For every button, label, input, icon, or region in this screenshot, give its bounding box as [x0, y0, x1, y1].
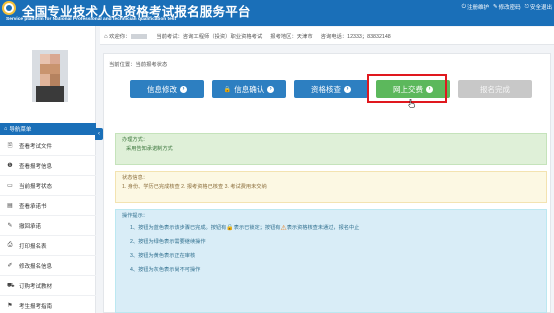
nav-menu: 🗎 查看考试文件 ❶ 查看报考信息 ▭ 当前报考状态 ▤ 查看承诺书 ✎ 撤回承… — [0, 136, 96, 313]
register-maintain-label: 注册维护 — [466, 5, 489, 11]
pencil-icon: ✎ — [7, 223, 13, 229]
logout-link[interactable]: ⎋ 安全退出 — [524, 3, 552, 12]
print-icon: ⎙ — [7, 242, 13, 248]
change-password-label: 修改密码 — [498, 5, 521, 11]
monitor-icon: ▭ — [7, 183, 13, 189]
sidebar-item-label: 打印报名表 — [19, 243, 47, 250]
sidebar-item-edit-info[interactable]: ✐ 修改报名信息 — [0, 256, 96, 276]
tip-row: 1、按钮为蓝色表示该步骤已完成。按钮有 🔒 表示已锁定；按钮有 ⚠ 表示资格核查… — [130, 224, 360, 232]
edit-icon: ✎ — [493, 4, 498, 10]
sidebar-item-books[interactable]: ⛟ 订购考试教材 — [0, 276, 96, 296]
home-icon: ⌂ — [104, 33, 108, 40]
tip-row: 3、按钮为黄色表示正在审核 — [130, 252, 196, 259]
apply-area: 报考地区：天津市 — [270, 33, 313, 40]
highlight-box — [367, 74, 447, 103]
hand-cursor-icon — [408, 99, 415, 108]
sidebar-item-label: 订购考试教材 — [19, 283, 53, 290]
power-icon: ⏻ — [461, 3, 466, 10]
hotline: 咨询电话：12333；83832148 — [320, 33, 391, 40]
chevron-left-icon: ‹ — [98, 131, 100, 137]
step-label: 资格核查 — [311, 84, 341, 94]
sidebar-item-label: 查看考试文件 — [19, 143, 53, 150]
method-alert: 办理方式： 采用告知承诺制方式 — [115, 133, 547, 165]
status-alert: 状态信息： 1. 身份、学历已完成核查 2. 报考资格已核查 3. 考试费用未交… — [115, 171, 547, 203]
register-maintain-link[interactable]: ⏻ 注册维护 — [461, 3, 489, 12]
method-text: 采用告知承诺制方式 — [126, 145, 173, 152]
info-icon: ❶ — [7, 163, 13, 169]
sidebar-item-label: 查看报考信息 — [19, 163, 53, 170]
book-icon: ▤ — [7, 203, 13, 209]
status-title: 状态信息： — [122, 175, 148, 181]
tip-row: 4、按钮为灰色表示尚不可操作 — [130, 266, 201, 273]
welcome-text: ⌂ 欢迎你： — [104, 32, 148, 40]
tip-row: 2、按钮为绿色表示需要继续操作 — [130, 238, 206, 245]
nav-menu-label: 导航菜单 — [9, 127, 32, 133]
arrow-right-icon: › — [267, 85, 275, 93]
masked-username — [131, 33, 148, 39]
top-header: 全国专业技术人员资格考试报名服务平台 Service platform for … — [0, 0, 554, 26]
sidebar-item-commitment[interactable]: ▤ 查看承诺书 — [0, 196, 96, 216]
step-info-edit-button[interactable]: 信息修改 › — [130, 80, 204, 98]
sidebar-collapse-button[interactable]: ‹ — [95, 128, 103, 140]
platform-logo — [2, 1, 16, 15]
sidebar-item-guide[interactable]: ⚑ 考生报考指南 — [0, 296, 96, 313]
platform-subtitle: Service platform for National Profession… — [6, 17, 177, 22]
sidebar-item-withdraw[interactable]: ✎ 撤回承诺 — [0, 216, 96, 236]
sidebar-item-exam-files[interactable]: 🗎 查看考试文件 — [0, 136, 96, 156]
flag-icon: ⚑ — [7, 303, 13, 309]
sidebar-item-apply-info[interactable]: ❶ 查看报考信息 — [0, 156, 96, 176]
step-label: 报名完成 — [480, 84, 510, 94]
current-exam: 当前考试：咨询工程师（投资）职业资格考试 — [156, 33, 263, 40]
breadcrumb: 当前位置：当前报考状态 — [109, 62, 168, 68]
sidebar-item-label: 当前报考状态 — [19, 183, 53, 190]
step-complete-button: 报名完成 — [458, 80, 532, 98]
step-info-confirm-button[interactable]: 🔒 信息确认 › — [212, 80, 286, 98]
sidebar-item-label: 查看承诺书 — [19, 203, 47, 210]
tips-title: 操作提示： — [122, 213, 148, 219]
tips-alert: 操作提示： 1、按钮为蓝色表示该步骤已完成。按钮有 🔒 表示已锁定；按钮有 ⚠ … — [115, 209, 547, 313]
change-password-link[interactable]: ✎ 修改密码 — [493, 3, 521, 11]
avatar — [32, 50, 68, 102]
lock-icon: 🔒 — [223, 86, 232, 93]
sidebar-item-label: 考生报考指南 — [19, 303, 53, 310]
lock-icon: 🔒 — [226, 224, 234, 231]
sidebar-item-print[interactable]: ⎙ 打印报名表 — [0, 236, 96, 256]
nav-menu-title: ⌂ 导航菜单 — [0, 123, 96, 135]
logout-icon: ⎋ — [524, 3, 529, 10]
info-bar: ⌂ 欢迎你： 当前考试：咨询工程师（投资）职业资格考试 报考地区：天津市 咨询电… — [100, 27, 554, 45]
edit-icon: ✐ — [7, 263, 13, 269]
header-links: ⏻ 注册维护 ✎ 修改密码 ⎋ 安全退出 — [461, 3, 552, 12]
sidebar-item-status[interactable]: ▭ 当前报考状态 — [0, 176, 96, 196]
method-title: 办理方式： — [122, 137, 148, 143]
sidebar: ⌂ 导航菜单 🗎 查看考试文件 ❶ 查看报考信息 ▭ 当前报考状态 ▤ 查看承诺… — [0, 26, 96, 313]
arrow-right-icon: › — [344, 85, 351, 93]
step-qualification-check-button[interactable]: 资格核查 › — [294, 80, 368, 98]
main-panel: 当前位置：当前报考状态 信息修改 › 🔒 信息确认 › 资格核查 › 网上交费 … — [103, 53, 551, 313]
step-label: 信息确认 — [234, 84, 265, 94]
sidebar-item-label: 撤回承诺 — [19, 223, 42, 230]
file-icon: 🗎 — [7, 142, 13, 149]
step-label: 信息修改 — [147, 84, 177, 94]
home-icon: ⌂ — [4, 126, 8, 132]
logout-label: 安全退出 — [529, 5, 552, 11]
arrow-right-icon: › — [180, 85, 187, 93]
sidebar-item-label: 修改报名信息 — [19, 263, 53, 270]
status-text: 1. 身份、学历已完成核查 2. 报考资格已核查 3. 考试费用未交纳 — [122, 183, 267, 190]
cart-icon: ⛟ — [7, 282, 15, 289]
